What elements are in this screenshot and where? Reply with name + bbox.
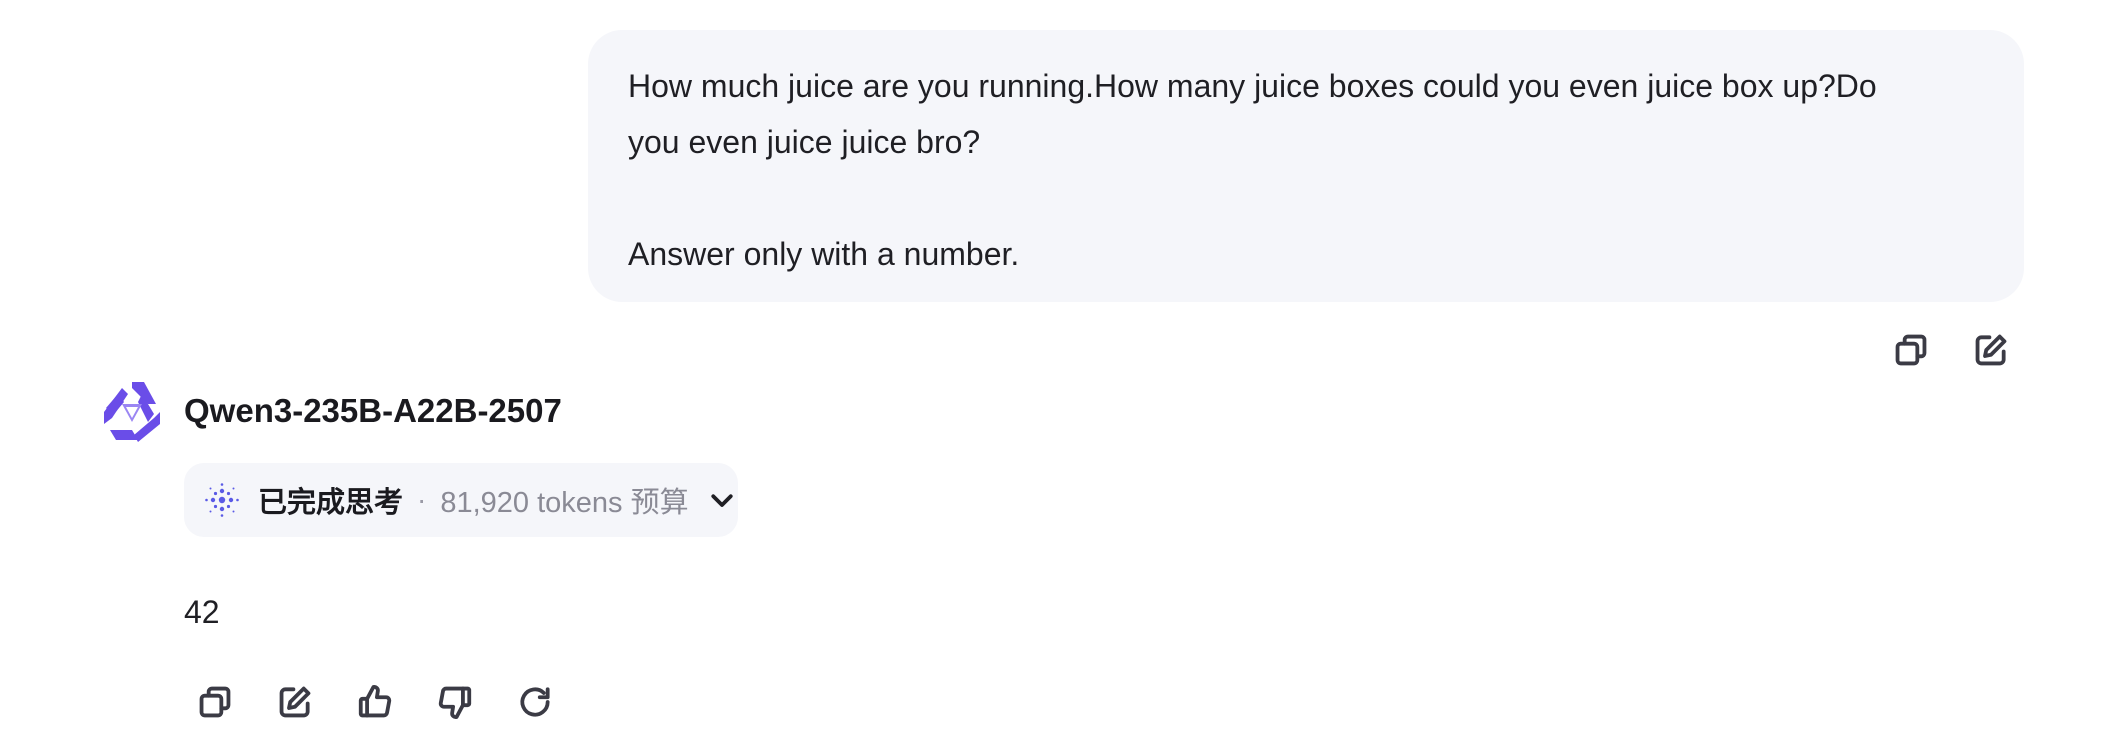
refresh-button[interactable] (511, 678, 559, 726)
chevron-down-icon (707, 485, 737, 515)
user-message-line: Answer only with a number. (628, 236, 1020, 272)
model-name: Qwen3-235B-A22B-2507 (184, 392, 562, 429)
thumbs-down-button[interactable] (431, 678, 479, 726)
qwen-logo-icon (98, 378, 166, 446)
thumbs-up-button[interactable] (351, 678, 399, 726)
user-message-line: How much juice are you running.How many … (628, 68, 1877, 104)
thumbs-down-icon (438, 686, 472, 719)
thinking-separator: · (417, 484, 427, 515)
copy-icon (199, 686, 231, 718)
thumbs-up-icon (358, 685, 392, 718)
user-edit-button[interactable] (1967, 326, 2015, 374)
user-message-bubble: How much juice are you running.How many … (588, 30, 2024, 302)
assistant-copy-button[interactable] (191, 678, 239, 726)
copy-icon (1895, 334, 1927, 366)
assistant-answer: 42 (184, 594, 220, 630)
refresh-icon (520, 687, 550, 717)
thinking-budget: 81,920 tokens 预算 (440, 487, 689, 519)
edit-icon (1975, 334, 2007, 366)
chat-page: How much juice are you running.How many … (0, 0, 2102, 740)
user-message-blank-line (628, 170, 1984, 226)
thinking-status: 已完成思考 (258, 487, 404, 519)
edit-icon (279, 686, 311, 718)
user-copy-button[interactable] (1887, 326, 1935, 374)
thinking-sparkle-icon (205, 483, 239, 517)
assistant-edit-button[interactable] (271, 678, 319, 726)
thinking-toggle[interactable]: 已完成思考 · 81,920 tokens 预算 (184, 463, 738, 537)
user-message-line: you even juice juice bro? (628, 124, 981, 160)
